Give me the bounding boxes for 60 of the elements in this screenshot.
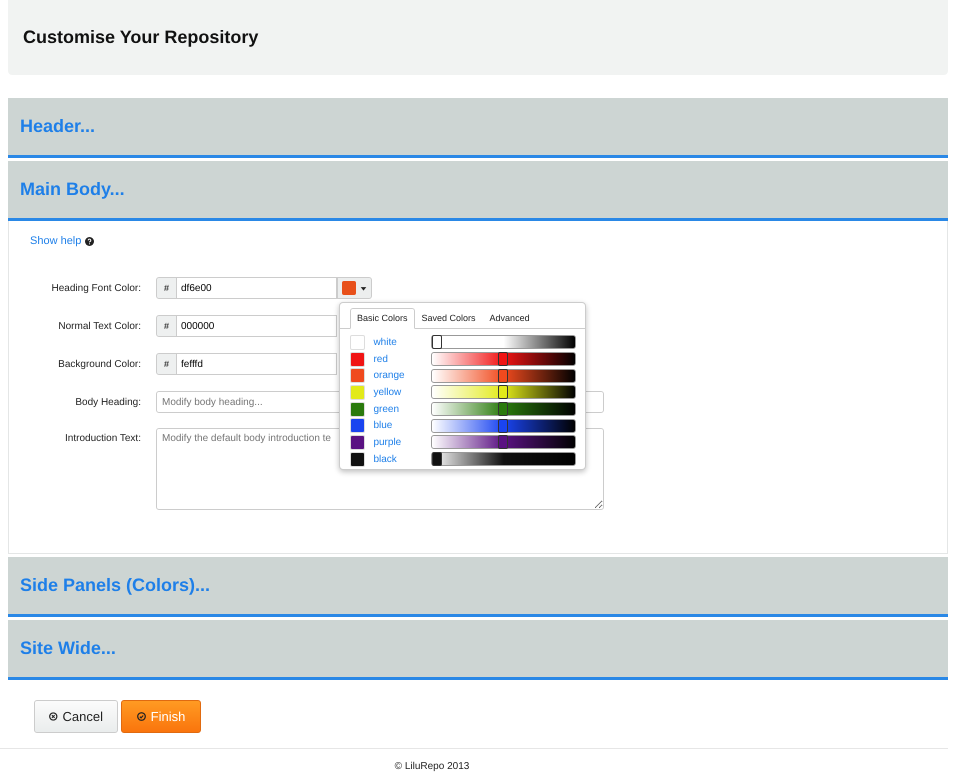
color-swatch[interactable] bbox=[350, 352, 366, 367]
close-circle-icon bbox=[49, 712, 58, 721]
slider-thumb[interactable] bbox=[498, 385, 508, 400]
color-slider[interactable] bbox=[431, 352, 576, 366]
hash-prefix: # bbox=[156, 277, 177, 299]
hash-prefix: # bbox=[156, 353, 177, 375]
color-swatch[interactable] bbox=[350, 368, 366, 384]
color-name[interactable]: black bbox=[373, 454, 432, 465]
slider-thumb[interactable] bbox=[498, 435, 508, 450]
color-name[interactable]: blue bbox=[373, 420, 432, 432]
color-name[interactable]: purple bbox=[373, 436, 432, 448]
color-slider[interactable] bbox=[431, 435, 576, 450]
slider-thumb[interactable] bbox=[498, 402, 508, 416]
copyright-text: © LiluRepo 2013 bbox=[394, 761, 470, 772]
finish-button[interactable]: Finish bbox=[121, 700, 201, 733]
color-field[interactable]: 000000 bbox=[177, 315, 337, 337]
color-slider[interactable] bbox=[431, 418, 576, 433]
slider-thumb[interactable] bbox=[432, 452, 442, 466]
field-label: Body Heading: bbox=[74, 396, 141, 408]
field-label: Heading Font Color: bbox=[50, 282, 141, 294]
color-slider[interactable] bbox=[431, 452, 576, 466]
color-name[interactable]: green bbox=[373, 404, 432, 415]
color-slider[interactable] bbox=[431, 402, 576, 416]
section-header[interactable]: Site Wide... bbox=[8, 620, 948, 680]
color-field[interactable]: fefffd bbox=[177, 353, 337, 375]
help-link[interactable]: Show help bbox=[30, 235, 82, 247]
page-title: Customise Your Repository bbox=[23, 27, 258, 48]
slider-thumb[interactable] bbox=[498, 352, 508, 366]
color-dropdown-button[interactable] bbox=[337, 277, 372, 299]
slider-thumb[interactable] bbox=[498, 368, 508, 383]
check-circle-icon bbox=[136, 712, 146, 721]
picker-tab[interactable]: Advanced bbox=[482, 308, 537, 329]
color-slider[interactable] bbox=[431, 385, 576, 400]
section-header[interactable]: Side Panels (Colors)... bbox=[8, 557, 948, 617]
color-slider[interactable] bbox=[431, 335, 576, 350]
color-slider[interactable] bbox=[431, 368, 576, 383]
color-swatch[interactable] bbox=[350, 334, 366, 350]
color-swatch[interactable] bbox=[350, 434, 366, 450]
field-label: Normal Text Color: bbox=[57, 320, 141, 332]
section-header[interactable]: Main Body... bbox=[8, 161, 948, 221]
picker-tab[interactable]: Saved Colors bbox=[414, 308, 483, 329]
color-swatch[interactable] bbox=[350, 384, 366, 400]
hash-prefix: # bbox=[156, 315, 177, 337]
cancel-button[interactable]: Cancel bbox=[34, 700, 118, 733]
slider-thumb[interactable] bbox=[498, 418, 508, 433]
field-label: Introduction Text: bbox=[64, 433, 141, 444]
color-swatch[interactable] bbox=[350, 452, 366, 467]
caret-icon bbox=[360, 284, 367, 292]
color-name[interactable]: orange bbox=[373, 370, 432, 382]
color-swatch[interactable] bbox=[350, 402, 366, 417]
color-swatch[interactable] bbox=[350, 418, 366, 434]
color-name[interactable]: red bbox=[373, 354, 432, 365]
picker-tab[interactable]: Basic Colors bbox=[350, 308, 415, 329]
section-header[interactable]: Header... bbox=[8, 98, 948, 158]
field-label: Background Color: bbox=[57, 358, 141, 370]
color-field[interactable]: df6e00 bbox=[177, 277, 337, 299]
slider-thumb[interactable] bbox=[432, 335, 442, 350]
color-name[interactable]: yellow bbox=[373, 386, 432, 398]
help-icon bbox=[85, 236, 94, 246]
color-name[interactable]: white bbox=[373, 336, 432, 348]
